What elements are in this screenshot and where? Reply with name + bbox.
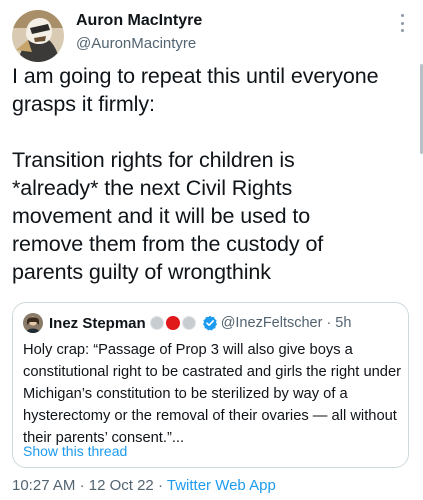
circle-badge-icon [181,316,196,330]
quoted-author-avatar[interactable] [23,313,43,333]
verified-badge-icon [202,315,217,331]
author-handle[interactable]: @AuronMacintyre [76,35,196,52]
tweet-time[interactable]: 10:27 AM [12,477,75,494]
quoted-tweet[interactable]: Inez Stepman @InezFeltscher · 5h Holy cr… [12,302,409,468]
circle-badge-icon [149,316,164,330]
tweet-text: I am going to repeat this until everyone… [12,62,412,286]
tweet-card: Auron MacIntyre @AuronMacintyre I am goi… [0,0,423,500]
separator: · [157,477,163,494]
avatar-image [23,313,43,333]
tweet-paragraph: I am going to repeat this until everyone… [12,64,379,116]
separator: · [79,477,85,494]
separator: · [326,315,332,331]
author-avatar[interactable] [12,10,64,62]
more-vertical-icon[interactable] [401,14,405,32]
quoted-author-name[interactable]: Inez Stepman [49,315,146,332]
tweet-paragraph: Transition rights for children is *alrea… [12,148,324,284]
avatar-image [12,10,64,62]
quoted-author-handle[interactable]: @InezFeltscher [221,315,323,331]
author-name[interactable]: Auron MacIntyre [76,12,202,30]
tweet-metadata: 10:27 AM · 12 Oct 22 · Twitter Web App [12,477,276,494]
quoted-tweet-time[interactable]: 5h [335,315,351,331]
quoted-tweet-header: Inez Stepman @InezFeltscher · 5h [23,312,351,334]
tweet-date[interactable]: 12 Oct 22 [89,477,154,494]
red-circle-icon [165,316,180,330]
source-app-link[interactable]: Twitter Web App [167,477,276,494]
quoted-tweet-text: Holy crap: “Passage of Prop 3 will also … [23,342,402,446]
show-thread-link[interactable]: Show this thread [23,443,127,459]
